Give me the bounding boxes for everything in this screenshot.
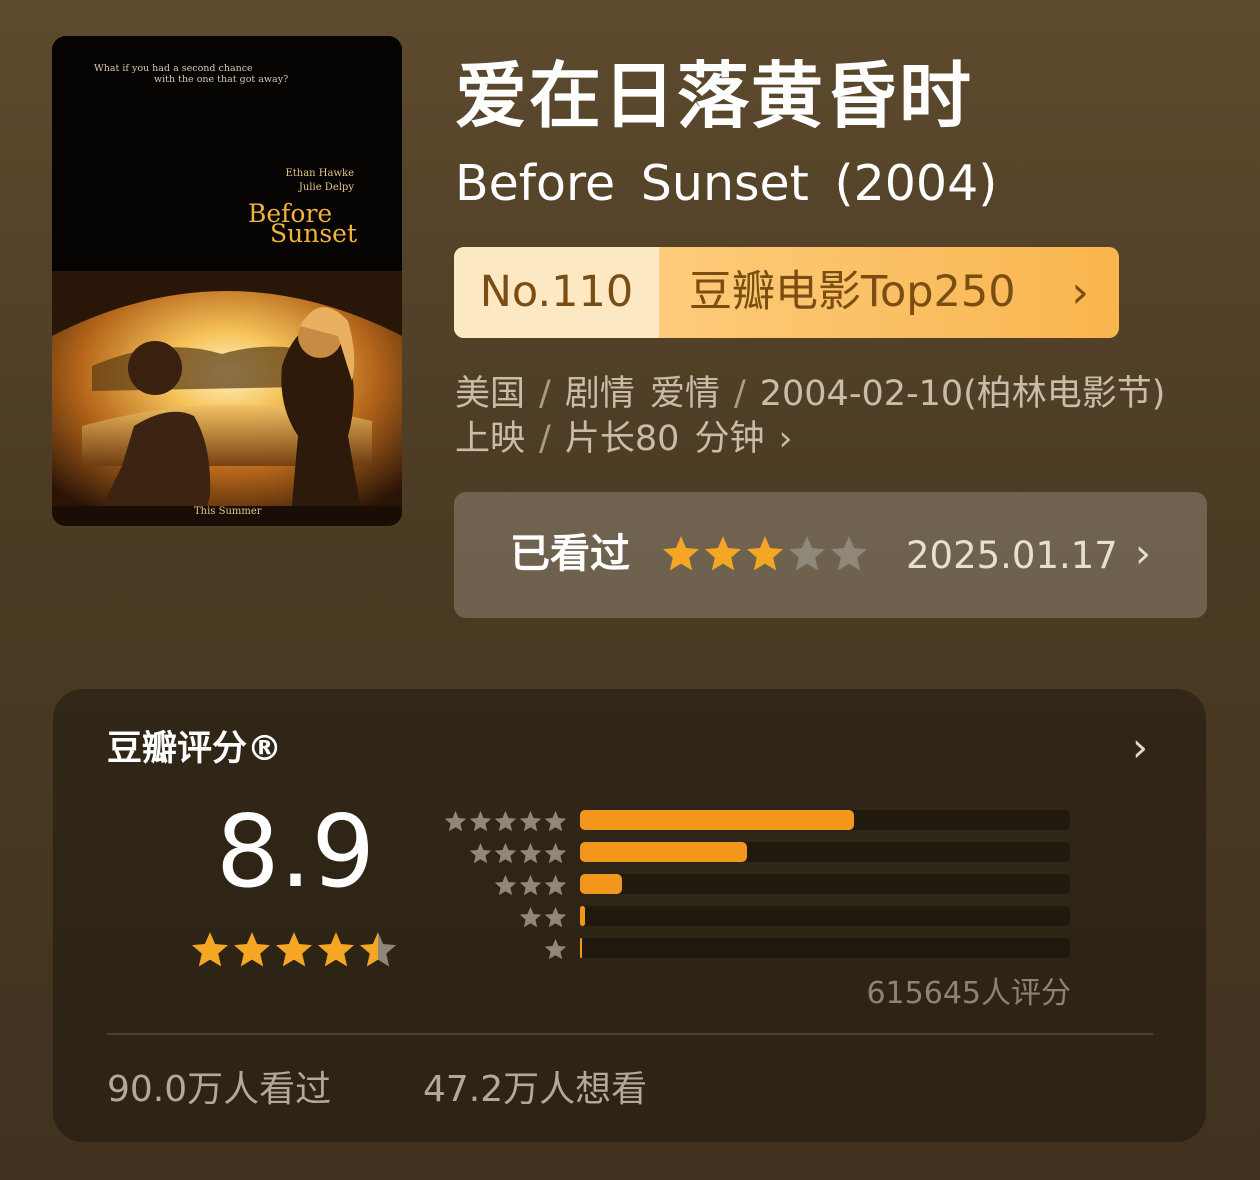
average-star-icon: [233, 932, 271, 967]
poster-release-note: This Summer: [194, 506, 262, 517]
meta-separator: /: [539, 419, 551, 459]
user-star-icon: [830, 536, 868, 571]
rating-count: 615645人评分: [866, 976, 1071, 1011]
user-star-icon: [746, 536, 784, 571]
distribution-stars: [443, 809, 568, 834]
distribution-star-icon: [544, 938, 567, 960]
meta-runtime: 片长80 分钟: [564, 419, 765, 459]
distribution-bar-track: [580, 938, 1070, 958]
chevron-right-icon: ›: [778, 419, 793, 459]
distribution-stars: [493, 873, 568, 898]
poster-tagline-line: with the one that got away?: [154, 74, 289, 85]
poster-tagline-line: What if you had a second chance: [94, 63, 253, 74]
poster-artwork: [52, 36, 402, 526]
movie-poster[interactable]: What if you had a second chance with the…: [52, 36, 402, 526]
distribution-star-icon: [519, 810, 542, 832]
user-star-icon: [662, 536, 700, 571]
distribution-star-icon: [519, 874, 542, 896]
average-star-icon: [359, 932, 397, 967]
meta-genres: 剧情 爱情: [564, 374, 720, 414]
distribution-row-1-star: [438, 937, 1078, 962]
wish-count[interactable]: 47.2万人想看: [423, 1067, 647, 1113]
distribution-bar-fill: [580, 842, 747, 862]
distribution-star-icon: [544, 810, 567, 832]
distribution-stars: [468, 841, 568, 866]
movie-title-cn: 爱在日落黄昏时: [455, 54, 974, 138]
distribution-star-icon: [519, 906, 542, 928]
distribution-bar-fill: [580, 810, 854, 830]
user-star-icon: [704, 536, 742, 571]
poster-cast-name: Julie Delpy: [298, 182, 354, 193]
distribution-star-icon: [444, 810, 467, 832]
distribution-bar-track: [580, 906, 1070, 926]
rank-list-label: 豆瓣电影Top250: [689, 267, 1016, 317]
poster-title: Before Sunset: [248, 201, 357, 246]
distribution-star-icon: [469, 810, 492, 832]
poster-tagline: What if you had a second chance with the…: [94, 63, 288, 85]
watched-count[interactable]: 90.0万人看过: [107, 1067, 331, 1113]
distribution-bar-track: [580, 874, 1070, 894]
top250-rank-badge[interactable]: No.110 豆瓣电影Top250 ›: [454, 247, 1119, 338]
distribution-star-icon: [494, 874, 517, 896]
meta-separator: /: [733, 374, 746, 414]
distribution-star-icon: [544, 874, 567, 896]
chevron-right-icon: ›: [1071, 267, 1089, 318]
distribution-star-icon: [519, 842, 542, 864]
distribution-row-4-star: [438, 841, 1078, 866]
distribution-stars: [518, 905, 568, 930]
distribution-row-3-star: [438, 873, 1078, 898]
poster-cast-name: Ethan Hawke: [285, 168, 354, 179]
user-watched-status[interactable]: 已看过 2025.01.17 ›: [454, 492, 1207, 618]
user-star-icon: [788, 536, 826, 571]
distribution-row-2-star: [438, 905, 1078, 930]
distribution-star-icon: [544, 842, 567, 864]
distribution-star-icon: [494, 810, 517, 832]
average-star-icon: [275, 932, 313, 967]
distribution-bar-track: [580, 810, 1070, 830]
divider: [107, 1033, 1153, 1035]
meta-country: 美国: [455, 374, 526, 414]
douban-rating-card[interactable]: 豆瓣评分® › 8.9 615645人评分 90.0万人看过 47.2万人想看: [53, 689, 1206, 1142]
rank-list-link[interactable]: 豆瓣电影Top250 ›: [659, 247, 1119, 338]
distribution-bar-fill: [580, 874, 622, 894]
watched-date: 2025.01.17: [906, 534, 1118, 577]
user-rating-stars: [660, 530, 870, 578]
average-star-icon: [317, 932, 355, 967]
rating-score: 8.9: [216, 793, 376, 910]
watched-label: 已看过: [510, 531, 630, 577]
distribution-star-icon: [494, 842, 517, 864]
rank-number: No.110: [454, 247, 659, 338]
distribution-row-5-star: [438, 809, 1078, 834]
average-rating-stars: [189, 929, 399, 971]
chevron-right-icon: ›: [1135, 531, 1151, 577]
rating-title: 豆瓣评分®: [107, 729, 283, 769]
distribution-bar-track: [580, 842, 1070, 862]
movie-meta-info[interactable]: 美国 / 剧情 爱情 /2004-02-10(柏林电影节)上映 / 片长80 分钟 ›: [455, 372, 1195, 462]
meta-separator: /: [539, 374, 551, 414]
distribution-bar-fill: [580, 906, 585, 926]
distribution-stars: [543, 937, 568, 962]
meta-release: 2004-02-10(柏林电影节)上映: [455, 374, 1166, 459]
poster-cast: Ethan Hawke Julie Delpy: [285, 167, 354, 195]
chevron-right-icon[interactable]: ›: [1132, 725, 1148, 771]
movie-title-en: Before Sunset (2004): [455, 155, 998, 212]
average-star-icon: [191, 932, 229, 967]
distribution-star-icon: [469, 842, 492, 864]
distribution-bar-fill: [580, 938, 582, 958]
distribution-star-icon: [544, 906, 567, 928]
